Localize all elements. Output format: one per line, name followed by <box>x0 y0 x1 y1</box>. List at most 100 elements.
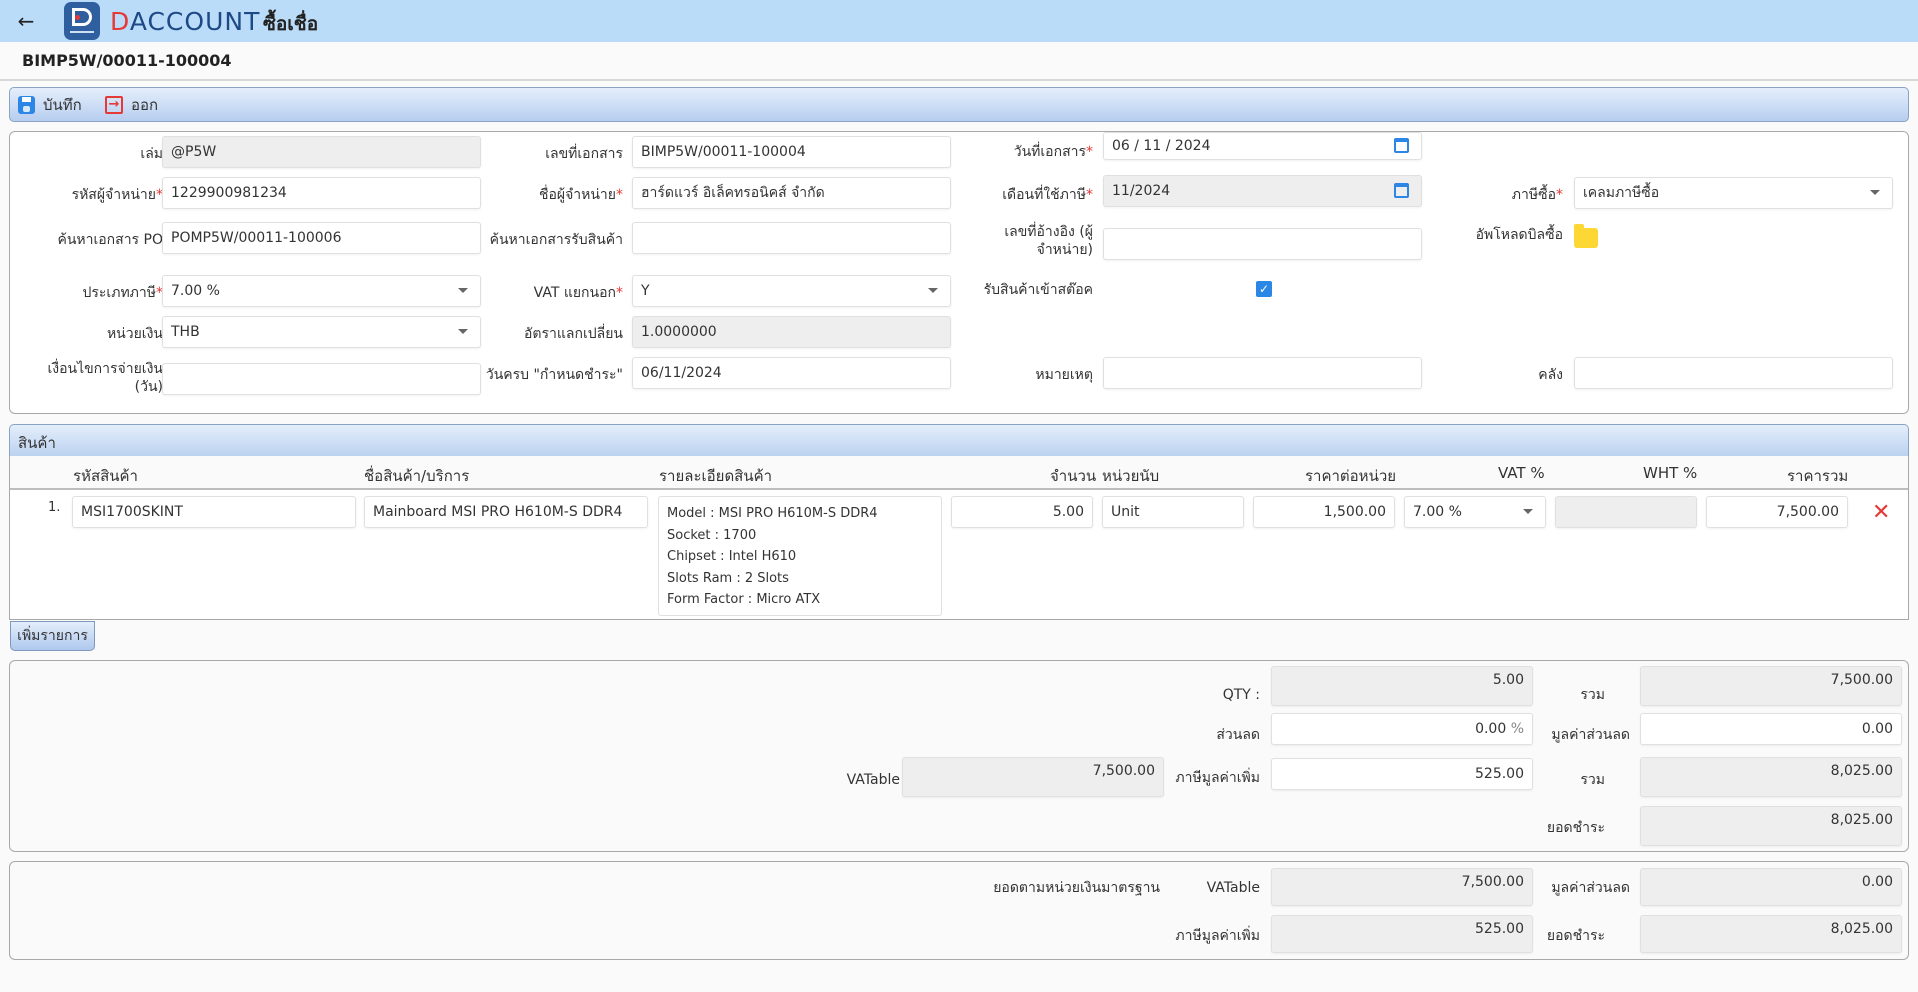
chevron-down-icon <box>928 288 938 293</box>
qty-field[interactable]: 5.00 <box>1271 666 1533 706</box>
doc-date-field[interactable]: 06 / 11 / 2024 <box>1103 132 1422 160</box>
base-vatable-label: VATable <box>1206 880 1260 896</box>
exit-icon: → <box>105 96 123 114</box>
product-code-field[interactable]: MSI1700SKINT <box>72 496 356 528</box>
quantity-field[interactable]: 5.00 <box>951 496 1093 528</box>
book-field[interactable]: @P5W <box>162 136 481 168</box>
vendor-ref-field[interactable] <box>1103 228 1422 260</box>
discount-percent-field[interactable]: 0.00 % <box>1271 713 1533 745</box>
summary-panel: QTY : 5.00 รวม 7,500.00 ส่วนลด 0.00 % มู… <box>9 660 1909 852</box>
base-discount-field[interactable]: 0.00 <box>1640 868 1902 906</box>
base-currency-title: ยอดตามหน่วยเงินมาตรฐาน <box>993 880 1160 896</box>
purchase-tax-select[interactable]: เคลมภาษีซื้อ <box>1574 177 1893 209</box>
document-bar: BIMP5W/00011-100004 <box>0 42 1918 81</box>
base-currency-panel: ยอดตามหน่วยเงินมาตรฐาน VATable 7,500.00 … <box>9 861 1909 960</box>
discount-value-label: มูลค่าส่วนลด <box>1551 727 1630 743</box>
save-label: บันทึก <box>43 96 82 114</box>
detail-line: Socket : 1700 <box>667 527 757 543</box>
vat-amount-label: ภาษีมูลค่าเพิ่ม <box>1175 770 1260 786</box>
vendor-name-field[interactable]: ฮาร์ดแวร์ อิเล็คทรอนิคส์ จำกัด <box>632 177 951 209</box>
toolbar: บันทึก → ออก <box>9 87 1909 122</box>
arrow-left-icon[interactable]: ← <box>14 9 38 33</box>
add-item-button[interactable]: เพิ่มรายการ <box>10 621 95 651</box>
remark-field[interactable] <box>1103 357 1422 389</box>
detail-line: Chipset : Intel H610 <box>667 549 797 564</box>
logo-icon <box>64 2 100 40</box>
vendor-ref-label: เลขที่อ้างอิง (ผู้ จำหน่าย) <box>1004 224 1093 258</box>
detail-line: Form Factor : Micro ATX <box>667 592 821 607</box>
unit-price-field[interactable]: 1,500.00 <box>1253 496 1395 528</box>
total-field[interactable]: 8,025.00 <box>1640 757 1902 797</box>
currency-select[interactable]: THB <box>162 316 481 348</box>
receive-stock-checkbox[interactable]: ✓ <box>1256 281 1272 297</box>
exit-label: ออก <box>131 96 159 114</box>
vendor-code-field[interactable]: 1229900981234 <box>162 177 481 209</box>
tax-type-select[interactable]: 7.00 % <box>162 275 481 307</box>
products-table: รหัสสินค้า ชื่อสินค้า/บริการ รายละเอียดส… <box>9 456 1909 620</box>
col-product-name: ชื่อสินค้า/บริการ <box>364 467 470 485</box>
app-header: ← DACCOUNT ซื้อเชื่อ <box>0 0 1918 42</box>
base-grand-total-label: ยอดชำระ <box>1546 928 1605 944</box>
po-search-field[interactable]: POMP5W/00011-100006 <box>162 222 481 254</box>
calendar-icon[interactable] <box>1394 138 1409 153</box>
vendor-name-label: ชื่อผู้จำหน่าย* <box>538 187 623 203</box>
col-product-code: รหัสสินค้า <box>73 467 138 485</box>
exit-button[interactable]: → ออก <box>105 94 158 116</box>
payment-terms-field[interactable] <box>162 363 481 395</box>
discount-label: ส่วนลด <box>1216 727 1260 743</box>
document-number: BIMP5W/00011-100004 <box>22 51 232 70</box>
vat-separate-label: VAT แยกนอก* <box>533 285 623 301</box>
tax-month-label: เดือนที่ใช้ภาษี* <box>1002 187 1093 203</box>
book-label: เล่ม <box>140 146 163 162</box>
vendor-code-label: รหัสผู้จำหน่าย* <box>71 187 163 203</box>
tax-month-field[interactable]: 11/2024 <box>1103 175 1422 207</box>
col-product-details: รายละเอียดสินค้า <box>659 467 773 485</box>
folder-icon[interactable] <box>1574 224 1598 248</box>
col-total: ราคารวม <box>1787 467 1849 485</box>
row-number: 1. <box>48 500 61 515</box>
delete-icon[interactable]: ✕ <box>1872 502 1890 524</box>
calendar-icon[interactable] <box>1394 183 1409 198</box>
doc-no-label: เลขที่เอกสาร <box>545 146 623 162</box>
chevron-down-icon <box>1523 509 1533 514</box>
receive-stock-label: รับสินค้าเข้าสต๊อค <box>983 282 1093 298</box>
warehouse-field[interactable] <box>1574 357 1893 389</box>
subtotal-field[interactable]: 7,500.00 <box>1640 666 1902 706</box>
total-label: รวม <box>1580 772 1605 788</box>
discount-value-field[interactable]: 0.00 <box>1640 713 1902 745</box>
receipt-search-field[interactable] <box>632 222 951 254</box>
doc-no-field[interactable]: BIMP5W/00011-100004 <box>632 136 951 168</box>
grand-total-label: ยอดชำระ <box>1546 820 1605 836</box>
vat-amount-field[interactable]: 525.00 <box>1271 758 1533 790</box>
save-button[interactable]: บันทึก <box>18 94 82 116</box>
chevron-down-icon <box>1870 190 1880 195</box>
doc-date-label: วันที่เอกสาร* <box>1013 144 1093 160</box>
vat-separate-select[interactable]: Y <box>632 275 951 307</box>
chevron-down-icon <box>458 329 468 334</box>
col-vat: VAT % <box>1498 464 1545 482</box>
header-form: เล่ม @P5W รหัสผู้จำหน่าย* 1229900981234 … <box>9 131 1909 414</box>
col-unit-price: ราคาต่อหน่วย <box>1305 467 1397 485</box>
tax-type-label: ประเภทภาษี* <box>82 285 164 301</box>
warehouse-label: คลัง <box>1538 367 1563 383</box>
base-vat-field[interactable]: 525.00 <box>1271 915 1533 953</box>
receipt-search-label: ค้นหาเอกสารรับสินค้า <box>489 232 623 248</box>
product-name-field[interactable]: Mainboard MSI PRO H610M-S DDR4 <box>364 496 648 528</box>
qty-label: QTY : <box>1222 687 1260 703</box>
product-details-field[interactable]: Model : MSI PRO H610M-S DDR4 Socket : 17… <box>658 496 942 616</box>
base-vatable-field[interactable]: 7,500.00 <box>1271 868 1533 906</box>
col-wht: WHT % <box>1643 464 1698 482</box>
page-title: ซื้อเชื่อ <box>263 13 319 35</box>
base-grand-total-field[interactable]: 8,025.00 <box>1640 915 1902 953</box>
line-total-field[interactable]: 7,500.00 <box>1706 496 1848 528</box>
vat-select[interactable]: 7.00 % <box>1404 496 1546 528</box>
exchange-rate-field[interactable]: 1.0000000 <box>632 316 951 348</box>
subtotal-label: รวม <box>1580 687 1605 703</box>
due-date-field[interactable]: 06/11/2024 <box>632 357 951 389</box>
wht-field[interactable] <box>1555 496 1697 528</box>
unit-field[interactable]: Unit <box>1102 496 1244 528</box>
detail-line: Slots Ram : 2 Slots <box>667 570 789 586</box>
grand-total-field[interactable]: 8,025.00 <box>1640 806 1902 846</box>
products-section-header: สินค้า <box>9 424 1909 456</box>
detail-line: Model : MSI PRO H610M-S DDR4 <box>667 506 878 521</box>
